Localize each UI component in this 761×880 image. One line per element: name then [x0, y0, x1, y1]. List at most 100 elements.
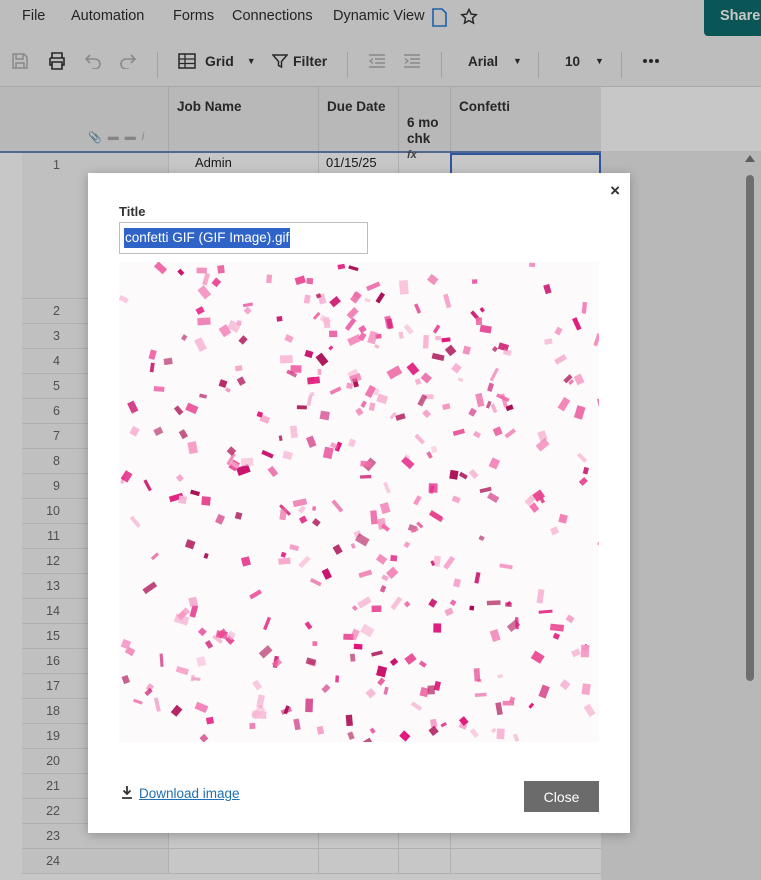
confetti-piece — [328, 345, 334, 351]
confetti-piece — [119, 295, 129, 304]
confetti-piece — [554, 326, 563, 336]
confetti-piece — [321, 568, 332, 580]
confetti-piece — [368, 402, 376, 412]
confetti-piece — [159, 653, 164, 667]
confetti-piece — [479, 306, 485, 313]
confetti-piece — [369, 727, 376, 734]
confetti-piece — [428, 483, 438, 493]
confetti-piece — [504, 428, 517, 439]
confetti-piece — [197, 285, 212, 300]
confetti-piece — [149, 362, 155, 373]
confetti-piece — [490, 727, 497, 734]
confetti-piece — [441, 337, 451, 343]
confetti-piece — [502, 700, 515, 706]
confetti-piece — [475, 392, 485, 408]
confetti-piece — [502, 349, 512, 357]
confetti-piece — [249, 722, 256, 730]
confetti-piece — [491, 345, 499, 353]
confetti-piece — [418, 660, 427, 668]
confetti-piece — [199, 393, 208, 399]
confetti-piece — [305, 657, 317, 666]
confetti-piece — [479, 324, 492, 334]
confetti-piece — [428, 598, 438, 608]
confetti-piece — [379, 585, 387, 593]
confetti-piece — [296, 405, 307, 410]
download-image-label[interactable]: Download image — [139, 786, 240, 801]
confetti-piece — [536, 588, 545, 604]
confetti-piece — [443, 555, 456, 570]
confetti-piece — [358, 569, 373, 579]
confetti-piece — [474, 571, 481, 584]
confetti-piece — [289, 425, 298, 439]
confetti-piece — [473, 430, 482, 439]
confetti-piece — [374, 343, 380, 349]
confetti-piece — [305, 698, 314, 713]
close-icon[interactable]: × — [610, 181, 620, 201]
confetti-piece — [440, 722, 447, 728]
confetti-piece — [217, 264, 225, 274]
confetti-piece — [347, 731, 355, 741]
confetti-piece — [443, 293, 452, 309]
confetti-piece — [364, 384, 377, 398]
confetti-piece — [292, 498, 308, 508]
confetti-piece — [177, 268, 185, 276]
confetti-piece — [370, 510, 378, 525]
confetti-piece — [350, 543, 356, 549]
confetti-piece — [163, 357, 173, 366]
confetti-piece — [312, 641, 318, 646]
confetti-image — [119, 262, 599, 742]
confetti-piece — [432, 324, 441, 334]
download-icon — [121, 785, 133, 802]
confetti-piece — [319, 410, 330, 421]
confetti-piece — [242, 302, 254, 308]
confetti-piece — [279, 355, 293, 364]
confetti-piece — [337, 263, 346, 270]
confetti-piece — [414, 378, 422, 385]
confetti-piece — [390, 596, 403, 611]
confetti-piece — [428, 725, 439, 736]
download-image-link[interactable]: Download image — [121, 785, 240, 802]
close-button[interactable]: Close — [524, 781, 599, 812]
confetti-piece — [331, 499, 344, 513]
confetti-piece — [377, 677, 386, 686]
confetti-piece — [196, 267, 207, 274]
confetti-piece — [473, 668, 481, 682]
confetti-piece — [449, 599, 457, 607]
confetti-piece — [549, 526, 560, 536]
confetti-piece — [349, 653, 356, 662]
confetti-piece — [321, 684, 331, 694]
confetti-piece — [444, 607, 454, 617]
confetti-piece — [471, 279, 478, 284]
confetti-piece — [416, 521, 424, 529]
confetti-piece — [315, 352, 329, 367]
confetti-piece — [451, 362, 462, 374]
confetti-piece — [143, 479, 152, 492]
confetti-piece — [395, 413, 406, 421]
confetti-piece — [279, 508, 288, 521]
confetti-piece — [469, 605, 475, 611]
confetti-piece — [475, 317, 483, 326]
confetti-piece — [344, 317, 357, 331]
confetti-piece — [417, 394, 428, 407]
title-input[interactable]: confetti GIF (GIF Image).gif — [119, 222, 368, 254]
confetti-piece — [451, 495, 461, 504]
confetti-piece — [329, 386, 342, 395]
confetti-piece — [390, 555, 398, 562]
confetti-piece — [307, 376, 321, 385]
confetti-piece — [489, 628, 501, 642]
confetti-piece — [366, 281, 381, 292]
confetti-piece — [487, 382, 495, 392]
confetti-piece — [427, 685, 435, 695]
confetti-piece — [258, 645, 273, 659]
confetti-piece — [420, 372, 432, 384]
confetti-piece — [266, 274, 273, 284]
confetti-piece — [345, 714, 353, 727]
confetti-piece — [284, 334, 294, 343]
confetti-piece — [142, 581, 158, 595]
confetti-piece — [312, 311, 321, 320]
confetti-piece — [559, 679, 571, 691]
confetti-piece — [252, 710, 267, 720]
confetti-piece — [276, 315, 283, 322]
confetti-piece — [376, 665, 388, 678]
confetti-piece — [252, 679, 263, 691]
